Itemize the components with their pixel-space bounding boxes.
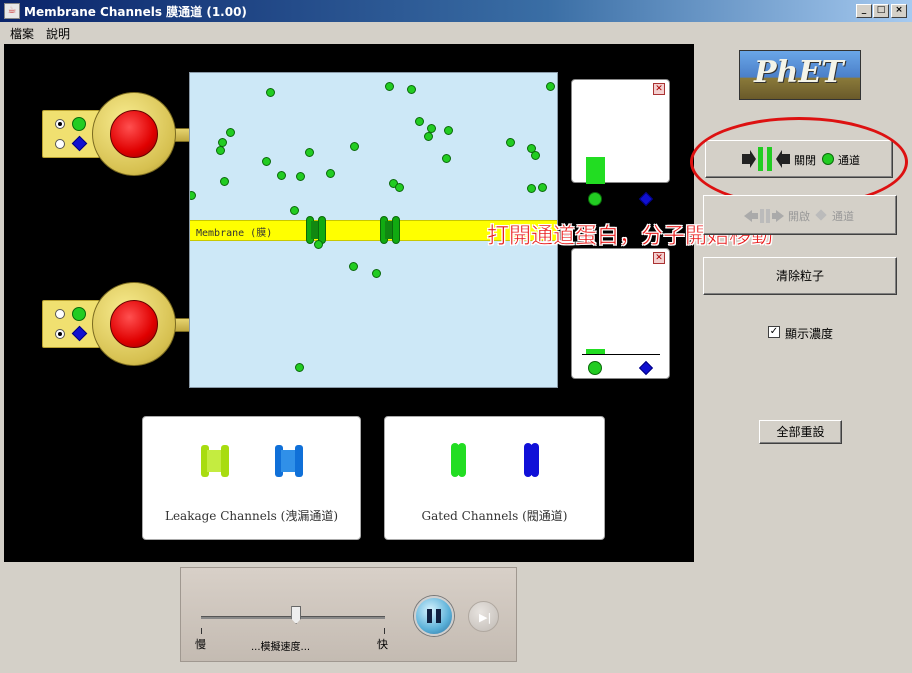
gated-channel-right[interactable] xyxy=(392,216,400,244)
open-channels-word1: 開啟 xyxy=(788,210,810,223)
dispenser-bottom-diamond-radio[interactable] xyxy=(55,329,65,339)
highlight-ring xyxy=(690,117,908,207)
java-icon: ☕ xyxy=(4,3,20,19)
particle xyxy=(527,184,536,193)
close-button[interactable]: × xyxy=(891,4,907,18)
particle xyxy=(531,151,540,160)
gated-channel-blue-icon[interactable] xyxy=(524,443,540,477)
title-bar: ☕ Membrane Channels 膜通道 (1.00) _ □ × xyxy=(0,0,912,22)
menu-bar: 檔案 說明 xyxy=(0,22,912,42)
dispenser-top xyxy=(92,92,176,176)
slider-tick xyxy=(201,628,202,634)
dispenser-bottom-circle-radio[interactable] xyxy=(55,309,65,319)
diamond-particle-icon xyxy=(638,191,654,207)
maximize-button[interactable]: □ xyxy=(873,4,889,18)
menu-help[interactable]: 說明 xyxy=(46,25,70,42)
particle xyxy=(314,240,323,249)
leakage-channels-label: Leakage Channels (洩漏通道) xyxy=(164,509,339,523)
particle xyxy=(296,172,305,181)
circle-particle-icon xyxy=(588,361,602,375)
slow-label: 慢 xyxy=(195,638,206,651)
open-channels-icon xyxy=(744,209,784,223)
close-icon[interactable]: ✕ xyxy=(653,83,665,95)
particle xyxy=(424,132,433,141)
speed-slider-thumb[interactable] xyxy=(291,606,302,624)
particle xyxy=(349,262,358,271)
dispenser-bottom xyxy=(92,282,176,366)
dispenser-top-circle-radio[interactable] xyxy=(55,119,65,129)
show-concentration-label: 顯示濃度 xyxy=(785,327,834,341)
concentration-bar-circle xyxy=(586,157,605,184)
particle xyxy=(395,183,404,192)
concentration-chart-top: ✕ xyxy=(571,79,670,207)
open-channels-button[interactable]: 開啟 通道 xyxy=(703,195,897,235)
pause-icon xyxy=(427,609,432,623)
pause-button[interactable] xyxy=(414,596,454,636)
chart-axis xyxy=(582,184,660,185)
diamond-particle-icon xyxy=(71,325,88,342)
membrane-label: Membrane (膜) xyxy=(196,228,273,239)
gated-channel-green-icon[interactable] xyxy=(451,443,467,477)
minimize-button[interactable]: _ xyxy=(856,4,872,18)
step-icon: ▶| xyxy=(479,611,492,624)
particle xyxy=(220,177,229,186)
particle xyxy=(415,117,424,126)
window-title: Membrane Channels 膜通道 (1.00) xyxy=(24,5,247,19)
particle xyxy=(290,206,299,215)
simulation-canvas: Membrane (膜) ✕ ✕ Leakage Channels (洩漏通道)… xyxy=(4,44,694,562)
particle xyxy=(442,154,451,163)
particle xyxy=(266,88,275,97)
diamond-particle-icon xyxy=(71,135,88,152)
step-button[interactable]: ▶| xyxy=(468,601,499,632)
menu-file[interactable]: 檔案 xyxy=(10,25,34,42)
diamond-particle-icon xyxy=(638,360,654,376)
particle xyxy=(305,148,314,157)
dispenser-top-diamond-radio[interactable] xyxy=(55,139,65,149)
particle xyxy=(506,138,515,147)
particle xyxy=(216,146,225,155)
circle-particle-icon xyxy=(72,117,86,131)
slider-tick xyxy=(384,628,385,634)
leakage-channel-blue-icon[interactable] xyxy=(275,445,303,477)
dispenser-top-button[interactable] xyxy=(110,110,158,158)
particle xyxy=(190,191,196,200)
dispenser-bottom-button[interactable] xyxy=(110,300,158,348)
diamond-particle-icon xyxy=(815,209,827,221)
fast-label: 快 xyxy=(377,638,388,651)
particle xyxy=(262,157,271,166)
particle xyxy=(385,82,394,91)
circle-particle-icon xyxy=(72,307,86,321)
show-concentration-checkbox[interactable]: ✓ xyxy=(768,326,780,338)
speed-label: ...模擬速度... xyxy=(251,642,311,653)
particle xyxy=(226,128,235,137)
particle xyxy=(277,171,286,180)
close-icon[interactable]: ✕ xyxy=(653,252,665,264)
particle xyxy=(295,363,304,372)
particle xyxy=(444,126,453,135)
chart-axis xyxy=(582,354,660,355)
phet-logo[interactable]: PhET xyxy=(739,50,861,100)
gated-channels-toolbox: Gated Channels (閥通道) xyxy=(384,416,605,540)
leakage-channels-toolbox: Leakage Channels (洩漏通道) xyxy=(142,416,361,540)
particle xyxy=(326,169,335,178)
gated-channels-label: Gated Channels (閥通道) xyxy=(421,509,568,523)
leakage-channel-green-icon[interactable] xyxy=(201,445,229,477)
particle xyxy=(538,183,547,192)
particle xyxy=(372,269,381,278)
clock-control-panel: 慢 ...模擬速度... 快 ▶| xyxy=(180,567,517,662)
circle-particle-icon xyxy=(588,192,602,206)
particle xyxy=(407,85,416,94)
reset-all-button[interactable]: 全部重設 xyxy=(759,420,842,444)
concentration-chart-bottom: ✕ xyxy=(571,248,670,379)
particle xyxy=(350,142,359,151)
particle xyxy=(546,82,555,91)
open-channels-word2: 通道 xyxy=(832,210,854,223)
pause-icon xyxy=(436,609,441,623)
clear-particles-button[interactable]: 清除粒子 xyxy=(703,257,897,295)
